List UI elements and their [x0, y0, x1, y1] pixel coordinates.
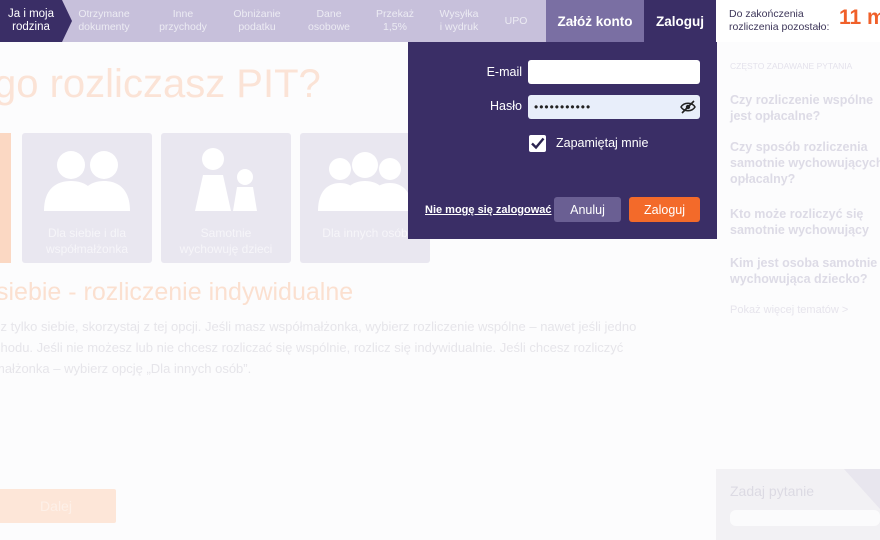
- ask-question-title: Zadaj pytanie: [730, 483, 815, 499]
- single-parent-icon: [195, 148, 257, 211]
- hide-password-icon[interactable]: [680, 100, 696, 114]
- faq-item[interactable]: Czy sposób rozliczenia samotnie wychowuj…: [730, 139, 880, 187]
- paragraph-line: małżonka – wybierz opcję „Dla innych osó…: [0, 361, 252, 376]
- ask-question-input[interactable]: [730, 510, 880, 526]
- description-paragraph: sz tylko siebie, skorzystaj z tej opcji.…: [0, 316, 714, 379]
- card-single-parent-label: Samotnie wychowuję dzieci: [179, 226, 273, 256]
- ask-box-corner: [844, 469, 880, 509]
- step-wysylka-i-wydruk[interactable]: Wysyłka i wydruk: [428, 0, 490, 42]
- login-dropdown: E-mail Hasło Zapamiętaj mnie Nie mogę si…: [408, 42, 717, 239]
- remember-me-checkbox[interactable]: [529, 135, 546, 152]
- card-single-parent[interactable]: Samotnie wychowuję dzieci: [161, 133, 291, 263]
- step-inne-przychody[interactable]: Inne przychody: [150, 0, 216, 42]
- selected-card-edge[interactable]: [0, 133, 11, 263]
- page-title: go rozliczasz PIT?: [0, 62, 321, 106]
- more-topics-link[interactable]: Pokaż więcej tematów >: [730, 304, 848, 316]
- email-field[interactable]: [528, 60, 700, 84]
- next-button[interactable]: Dalej: [0, 489, 116, 523]
- card-couple-label: Dla siebie i dla współmałżonka: [45, 226, 129, 256]
- section-title: siebie - rozliczenie indywidualne: [0, 278, 354, 306]
- cancel-button[interactable]: Anuluj: [554, 197, 621, 222]
- card-couple[interactable]: Dla siebie i dla współmałżonka: [22, 133, 152, 263]
- faq-header: CZĘSTO ZADAWANE PYTANIA: [730, 61, 853, 71]
- step-dane-osobowe[interactable]: Dane osobowe: [298, 0, 360, 42]
- paragraph-line: chodu. Jeśli nie możesz lub nie chcesz r…: [0, 340, 624, 355]
- deadline-label: Do zakończenia rozliczenia pozostało:: [729, 8, 830, 33]
- forgot-login-link[interactable]: Nie mogę się zalogować: [425, 204, 552, 216]
- step-otrzymane-dokumenty[interactable]: Otrzymane dokumenty: [70, 0, 138, 42]
- password-field[interactable]: [528, 95, 700, 119]
- step-przekaz-procent[interactable]: Przekaż 1,5%: [364, 0, 426, 42]
- faq-item[interactable]: Kto może rozliczyć się samotnie wychowuj…: [730, 206, 880, 238]
- couple-icon: [44, 151, 130, 211]
- faq-item[interactable]: Kim jest osoba samotnie wychowująca dzie…: [730, 255, 880, 287]
- remember-me-label[interactable]: Zapamiętaj mnie: [556, 136, 648, 150]
- deadline-box: Do zakończenia rozliczenia pozostało: 11…: [716, 0, 880, 42]
- faq-item[interactable]: Czy rozliczenie wspólne jest opłacalne?: [730, 92, 880, 124]
- password-label: Hasło: [490, 99, 522, 113]
- register-button[interactable]: Załóż konto: [546, 0, 644, 42]
- deadline-countdown: 11 m: [839, 6, 880, 29]
- email-label: E-mail: [486, 65, 522, 79]
- step-ja-i-moja-rodzina[interactable]: Ja i moja rodzina: [0, 0, 72, 42]
- faq-sidebar: CZĘSTO ZADAWANE PYTANIA Czy rozliczenie …: [716, 42, 880, 540]
- submit-login-button[interactable]: Zaloguj: [629, 197, 700, 222]
- step-upo[interactable]: UPO: [494, 0, 538, 42]
- login-nav-button[interactable]: Zaloguj: [644, 0, 716, 42]
- checkmark-icon: [531, 137, 545, 150]
- paragraph-line: sz tylko siebie, skorzystaj z tej opcji.…: [0, 319, 637, 334]
- top-navigation: Ja i moja rodzina Otrzymane dokumenty In…: [0, 0, 880, 42]
- step-obnizanie-podatku[interactable]: Obniżanie podatku: [222, 0, 292, 42]
